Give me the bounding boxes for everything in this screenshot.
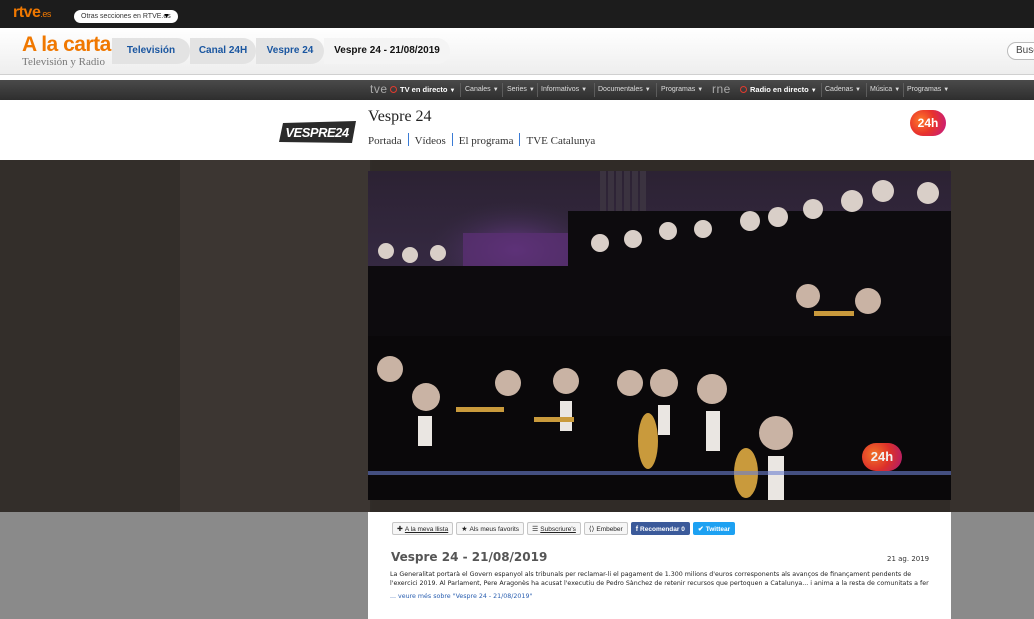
main-nav-bar: tve TV en directo ▼ Canales ▼ Series ▼ Info… [0, 80, 1034, 100]
svg-text:VESPRE24: VESPRE24 [285, 125, 349, 140]
nav-divider [502, 83, 503, 97]
nav-divider [407, 133, 409, 146]
episode-description: La Generalitat portarà el Govern espanyo… [390, 571, 929, 587]
live-icon [390, 86, 397, 93]
program-nav-videos[interactable]: Vídeos [415, 135, 446, 147]
rtve-logo[interactable]: rtve.es [13, 4, 51, 22]
live-icon [740, 86, 747, 93]
program-nav-el-programa[interactable]: El programa [459, 135, 514, 147]
a-la-carta-header: A la carta Televisión y Radio Televisión… [0, 28, 1034, 75]
video-24h-watermark: 24h [862, 443, 902, 471]
stage-panel [950, 160, 1034, 512]
nav-programas-rne[interactable]: Programas ▼ [907, 80, 949, 100]
facebook-icon: f [635, 526, 639, 533]
other-sections-label: Otras secciones en RTVE.es [81, 13, 171, 20]
nav-cadenas[interactable]: Cadenas ▼ [825, 80, 861, 100]
nav-informativos[interactable]: Informativos ▼ [541, 80, 587, 100]
nav-divider [903, 83, 904, 97]
stage-panel [0, 160, 180, 512]
video-player[interactable]: 24h [368, 171, 951, 500]
add-favorites-button[interactable]: ★ Als meus favorits [456, 522, 525, 535]
vespre24-logo[interactable]: VESPRE24 [279, 120, 356, 144]
stage-panel [180, 160, 370, 512]
episode-title: Vespre 24 - 21/08/2019 [391, 550, 548, 564]
breadcrumb-current-episode: Vespre 24 - 21/08/2019 [324, 38, 450, 64]
nav-divider [866, 83, 867, 97]
nav-canales[interactable]: Canales ▼ [465, 80, 499, 100]
twitter-bird-icon: ✔ [697, 526, 704, 533]
radio-live-link[interactable]: Radio en directo ▼ [738, 80, 817, 100]
star-icon: ★ [461, 526, 468, 533]
search-input[interactable]: Busc [1007, 42, 1034, 60]
tv-live-link[interactable]: TV en directo ▼ [388, 80, 455, 100]
nav-divider [656, 83, 657, 97]
nav-divider [460, 83, 461, 97]
nav-programas-tve[interactable]: Programas ▼ [661, 80, 703, 100]
other-sections-dropdown[interactable]: Otras secciones en RTVE.es ▼ [74, 10, 178, 23]
program-title: Vespre 24 [368, 108, 432, 125]
action-toolbar: ✚ A la meva llista ★ Als meus favorits ☰ Subs… [392, 522, 738, 536]
channel-24h-logo[interactable]: 24h [910, 110, 946, 136]
rne-logo[interactable]: rne [712, 80, 731, 100]
nav-divider [519, 133, 521, 146]
embed-button[interactable]: ⟨⟩ Embeber [583, 522, 628, 535]
program-nav: Portada Vídeos El programa TVE Catalunya [368, 133, 595, 147]
add-to-list-button[interactable]: ✚ A la meva llista [392, 522, 454, 535]
program-nav-tve-catalunya[interactable]: TVE Catalunya [526, 135, 595, 147]
nav-divider [537, 83, 538, 97]
nav-divider [821, 83, 822, 97]
breadcrumb-canal-24h[interactable]: Canal 24H [190, 38, 256, 64]
breadcrumb-vespre-24[interactable]: Vespre 24 [256, 38, 324, 64]
episode-date: 21 ag. 2019 [887, 555, 930, 563]
nav-musica[interactable]: Música ▼ [870, 80, 900, 100]
nav-documentales[interactable]: Documentales ▼ [598, 80, 651, 100]
subscribe-button[interactable]: ☰ Subscriure's [527, 522, 581, 535]
facebook-recommend-button[interactable]: f Recomendar 0 [630, 522, 690, 535]
nav-series[interactable]: Series ▼ [507, 80, 535, 100]
program-nav-portada[interactable]: Portada [368, 135, 402, 147]
top-bar: rtve.es Otras secciones en RTVE.es ▼ [0, 0, 1034, 28]
caret-down-icon: ▼ [163, 13, 170, 20]
embed-icon: ⟨⟩ [588, 526, 595, 533]
twitter-button[interactable]: ✔ Twittear [692, 522, 736, 535]
tve-logo[interactable]: tve [370, 80, 388, 100]
nav-divider [594, 83, 595, 97]
breadcrumb-television[interactable]: Televisión [112, 38, 190, 64]
rss-list-icon: ☰ [532, 526, 539, 533]
episode-more-link[interactable]: ... veure més sobre "Vespre 24 - 21/08/2… [390, 593, 532, 600]
a-la-carta-subtitle: Televisión y Radio [22, 56, 105, 68]
a-la-carta-logo[interactable]: A la carta [22, 34, 111, 56]
nav-divider [451, 133, 453, 146]
plus-icon: ✚ [397, 526, 403, 533]
